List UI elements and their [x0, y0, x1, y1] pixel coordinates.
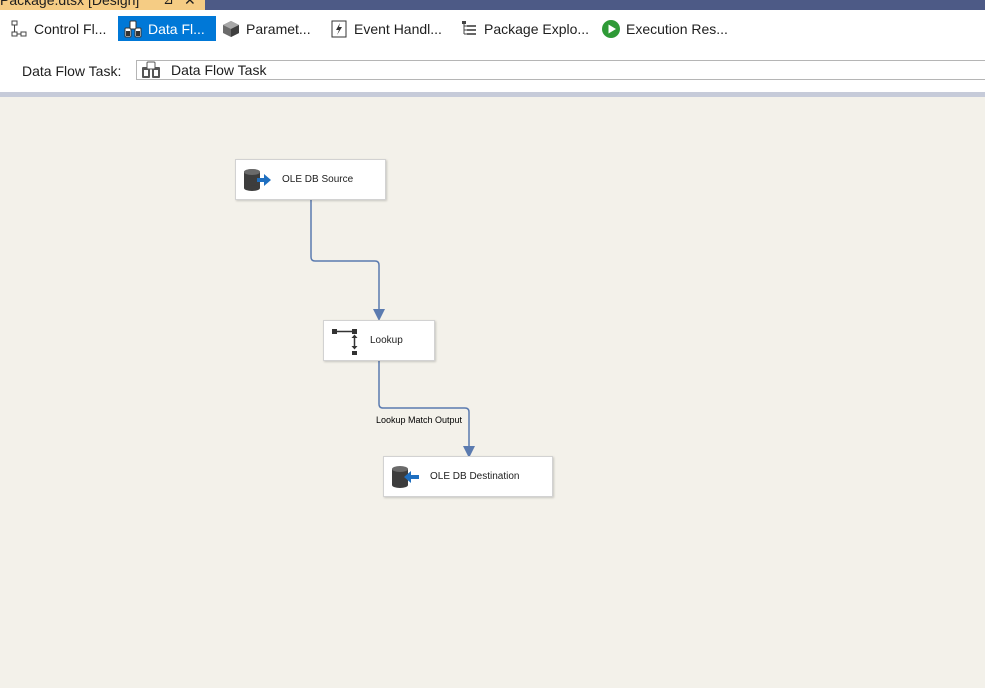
- tab-label: Event Handl...: [354, 20, 442, 37]
- tab-event-handlers[interactable]: Event Handl...: [324, 16, 447, 41]
- tab-data-flow[interactable]: Data Fl...: [118, 16, 216, 41]
- pin-icon[interactable]: ⊿: [163, 0, 174, 8]
- control-flow-icon: [9, 19, 29, 39]
- designer-tabs-bar: Control Fl... Data Fl... Paramet... Even…: [0, 10, 985, 50]
- package-explorer-icon: [459, 19, 479, 39]
- ole-db-destination-icon: [390, 462, 420, 492]
- path-label[interactable]: Lookup Match Output: [376, 415, 462, 425]
- ole-db-destination-component[interactable]: OLE DB Destination: [383, 456, 553, 497]
- parameters-icon: [221, 19, 241, 39]
- data-flow-canvas[interactable]: OLE DB Source Lookup Lookup Match Output: [0, 97, 985, 688]
- task-selector-dropdown[interactable]: Data Flow Task: [136, 60, 985, 80]
- path-lookup-to-destination[interactable]: [378, 361, 475, 458]
- data-paths: [310, 200, 475, 458]
- lookup-icon: [330, 326, 360, 356]
- data-flow-icon: [123, 19, 143, 39]
- tab-package-explorer[interactable]: Package Explo...: [454, 16, 594, 41]
- path-source-to-lookup[interactable]: [310, 200, 385, 321]
- data-flow-task-icon: [141, 61, 161, 79]
- document-tab[interactable]: Package.dtsx [Design] ⊿ ✕: [0, 0, 205, 10]
- document-tab-strip: Package.dtsx [Design] ⊿ ✕: [0, 0, 985, 10]
- tab-label: Package Explo...: [484, 20, 590, 37]
- tab-label: Data Fl...: [148, 20, 205, 37]
- component-label: Lookup: [370, 335, 403, 346]
- component-label: OLE DB Destination: [430, 471, 520, 482]
- task-selector-value: Data Flow Task: [171, 62, 267, 78]
- component-label: OLE DB Source: [282, 174, 354, 185]
- task-selector-bar: Data Flow Task: Data Flow Task: [0, 50, 985, 92]
- tab-parameters[interactable]: Paramet...: [216, 16, 316, 41]
- ole-db-source-icon: [242, 165, 272, 195]
- tab-execution-results[interactable]: Execution Res...: [596, 16, 733, 41]
- task-selector-label: Data Flow Task:: [22, 63, 122, 79]
- tab-label: Paramet...: [246, 20, 311, 37]
- lookup-component[interactable]: Lookup: [323, 320, 435, 361]
- close-icon[interactable]: ✕: [184, 0, 196, 8]
- ole-db-source-component[interactable]: OLE DB Source: [235, 159, 386, 200]
- tab-control-flow[interactable]: Control Fl...: [4, 16, 111, 41]
- tab-label: Control Fl...: [34, 20, 107, 37]
- tab-label: Execution Res...: [626, 20, 728, 37]
- execution-results-icon: [601, 19, 621, 39]
- document-tab-title: Package.dtsx [Design]: [0, 0, 140, 8]
- event-handlers-icon: [329, 19, 349, 39]
